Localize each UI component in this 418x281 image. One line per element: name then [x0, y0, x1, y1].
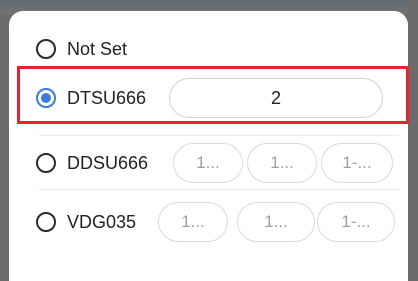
- radio-not-set[interactable]: [36, 39, 56, 59]
- backdrop-right: [408, 0, 418, 281]
- radio-vdg035[interactable]: [36, 212, 56, 232]
- option-ddsu666-label: DDSU666: [67, 153, 149, 173]
- option-vdg035[interactable]: VDG035 1... 1... 1-...: [9, 198, 408, 246]
- radio-ddsu666[interactable]: [36, 153, 56, 173]
- ddsu666-field-1[interactable]: 1...: [173, 143, 243, 183]
- vdg035-field-2[interactable]: 1...: [237, 202, 315, 242]
- selection-highlight-box: [17, 66, 409, 124]
- ddsu666-field-2[interactable]: 1...: [247, 143, 317, 183]
- option-vdg035-label: VDG035: [67, 212, 137, 232]
- divider: [39, 135, 399, 136]
- vdg035-field-1[interactable]: 1...: [158, 202, 228, 242]
- divider: [39, 189, 399, 190]
- vdg035-field-3[interactable]: 1-...: [317, 202, 395, 242]
- ddsu666-field-3[interactable]: 1-...: [321, 143, 393, 183]
- meter-type-dialog: Not Set DTSU666 2 DDSU666 1... 1... 1-..…: [9, 11, 408, 281]
- option-ddsu666[interactable]: DDSU666 1... 1... 1-...: [9, 139, 408, 187]
- option-not-set-label: Not Set: [67, 39, 128, 59]
